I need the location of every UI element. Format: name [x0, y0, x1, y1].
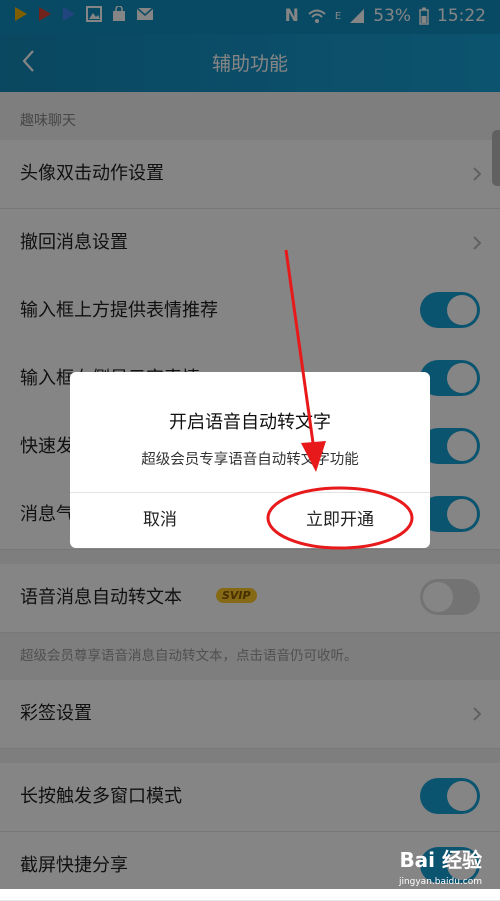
annotation-arrow-head [301, 441, 326, 472]
annotation-layer [266, 249, 414, 550]
annotation-arrow-line [284, 249, 316, 451]
annotation-circle [266, 486, 414, 550]
watermark-brand: Bai 经验 [399, 848, 482, 872]
watermark-url: jingyan.baidu.com [398, 877, 482, 887]
